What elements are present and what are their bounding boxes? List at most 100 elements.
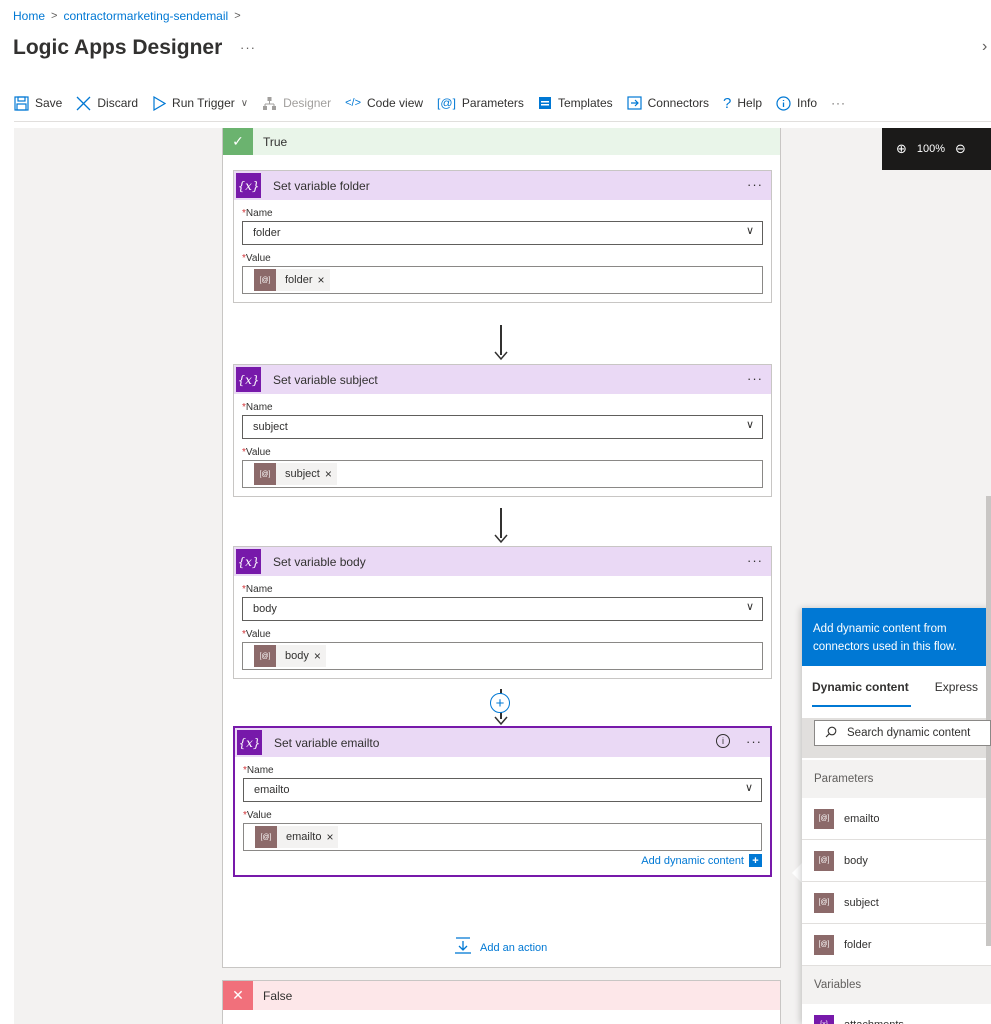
- action-card-folder[interactable]: {x} Set variable folder ··· *Name folder…: [233, 170, 772, 303]
- save-button[interactable]: Save: [14, 95, 62, 111]
- add-action-label: Add an action: [480, 941, 548, 954]
- card-header[interactable]: {x} Set variable subject ···: [234, 365, 771, 394]
- token-label: emailto: [286, 831, 322, 843]
- list-item-label: attachments: [844, 1019, 904, 1024]
- card-title: Set variable emailto: [274, 735, 380, 750]
- value-input[interactable]: [@] subject ×: [242, 460, 763, 488]
- breadcrumb-app[interactable]: contractormarketing-sendemail: [63, 9, 228, 23]
- tab-expression[interactable]: Express: [935, 680, 978, 694]
- info-icon: [776, 95, 791, 111]
- more-options-icon[interactable]: ···: [747, 177, 763, 192]
- value-input[interactable]: [@] folder ×: [242, 266, 763, 294]
- dynamic-token[interactable]: [@] body ×: [254, 645, 326, 667]
- action-card-body[interactable]: {x} Set variable body ··· *Name body ∨ *…: [233, 546, 772, 679]
- discard-button[interactable]: Discard: [76, 96, 138, 111]
- list-item-label: subject: [844, 896, 879, 909]
- info-button[interactable]: Info: [776, 95, 818, 111]
- arrow-down-icon: [494, 533, 508, 547]
- add-action-icon: [454, 936, 472, 959]
- help-button[interactable]: ? Help: [723, 95, 762, 112]
- arrow-down-icon: [494, 350, 508, 364]
- more-options-icon[interactable]: ···: [746, 734, 762, 749]
- info-icon[interactable]: i: [716, 734, 730, 748]
- name-field-label: *Name: [242, 208, 273, 219]
- list-item[interactable]: [@] subject: [802, 882, 991, 924]
- more-options-icon[interactable]: ···: [747, 553, 763, 568]
- tab-dynamic-content[interactable]: Dynamic content: [812, 680, 911, 707]
- name-dropdown[interactable]: subject ∨: [242, 415, 763, 439]
- chevron-down-icon: ∨: [744, 782, 753, 794]
- dynamic-token[interactable]: [@] emailto ×: [255, 826, 339, 848]
- parameters-button[interactable]: [@] Parameters: [437, 96, 524, 110]
- token-label: folder: [285, 274, 313, 286]
- name-dropdown[interactable]: body ∨: [242, 597, 763, 621]
- dynamic-token[interactable]: [@] subject ×: [254, 463, 337, 485]
- dynamic-panel-tabs: Dynamic content Express: [802, 666, 991, 708]
- scope-true-header[interactable]: ✓ True: [223, 128, 780, 155]
- remove-token-icon[interactable]: ×: [325, 467, 332, 481]
- more-toolbar-icon[interactable]: ···: [831, 96, 846, 110]
- templates-button[interactable]: Templates: [538, 96, 613, 110]
- scope-false-header[interactable]: ✕ False: [223, 981, 780, 1010]
- name-field-label: *Name: [243, 765, 274, 776]
- section-parameters: Parameters: [802, 760, 991, 798]
- designer-button[interactable]: Designer: [262, 96, 331, 111]
- list-item[interactable]: [@] emailto: [802, 798, 991, 840]
- value-input[interactable]: [@] body ×: [242, 642, 763, 670]
- card-title: Set variable folder: [273, 178, 370, 193]
- remove-token-icon[interactable]: ×: [314, 649, 321, 663]
- parameter-token-icon: [@]: [814, 892, 834, 913]
- zoom-level: 100%: [916, 143, 946, 155]
- close-icon[interactable]: ›: [982, 38, 987, 56]
- variable-icon: {x}: [236, 367, 261, 392]
- list-item[interactable]: [@] body: [802, 840, 991, 882]
- dynamic-search-input[interactable]: Search dynamic content: [814, 720, 991, 746]
- action-card-emailto[interactable]: {x} Set variable emailto i ··· *Name ema…: [233, 726, 772, 877]
- more-options-icon[interactable]: ···: [240, 40, 256, 55]
- value-field-label: *Value: [242, 253, 271, 264]
- dynamic-token[interactable]: [@] folder ×: [254, 269, 330, 291]
- info-label: Info: [797, 96, 818, 110]
- panel-pointer: [792, 863, 802, 883]
- play-icon: [152, 95, 167, 111]
- chevron-down-icon: ∨: [745, 601, 754, 613]
- variable-icon: {x}: [236, 549, 261, 574]
- dynamic-panel-header: Add dynamic content from connectors used…: [802, 608, 991, 666]
- breadcrumb-home[interactable]: Home: [13, 9, 45, 23]
- code-view-button[interactable]: </> Code view: [345, 96, 423, 110]
- connectors-icon: [627, 96, 642, 110]
- list-item[interactable]: [@] folder: [802, 924, 991, 966]
- help-label: Help: [737, 96, 763, 110]
- add-dynamic-content-link[interactable]: Add dynamic content +: [243, 854, 762, 867]
- designer-canvas[interactable]: ✓ True {x} Set variable folder ··· *Name…: [14, 128, 991, 1024]
- run-trigger-button[interactable]: Run Trigger ∨: [152, 95, 248, 111]
- name-field-label: *Name: [242, 584, 273, 595]
- parameters-label: Parameters: [461, 96, 524, 110]
- insert-step-plus-icon[interactable]: +: [490, 693, 510, 713]
- section-variables: Variables: [802, 966, 991, 1004]
- zoom-in-icon[interactable]: ⊕: [896, 141, 907, 157]
- add-action-button[interactable]: Add an action: [454, 936, 547, 959]
- remove-token-icon[interactable]: ×: [326, 830, 333, 844]
- scope-false: ✕ False: [222, 980, 781, 1024]
- more-options-icon[interactable]: ···: [747, 371, 763, 386]
- variable-icon: {x}: [236, 173, 261, 198]
- connectors-button[interactable]: Connectors: [627, 96, 709, 110]
- help-icon: ?: [723, 94, 732, 112]
- value-input[interactable]: [@] emailto ×: [243, 823, 762, 851]
- variable-icon: {x}: [237, 730, 262, 755]
- name-dropdown[interactable]: folder ∨: [242, 221, 763, 245]
- name-dropdown[interactable]: emailto ∨: [243, 778, 762, 802]
- remove-token-icon[interactable]: ×: [318, 273, 325, 287]
- toolbar-divider: [14, 121, 991, 122]
- card-header[interactable]: {x} Set variable folder ···: [234, 171, 771, 200]
- list-item-label: emailto: [844, 812, 880, 825]
- zoom-out-icon[interactable]: ⊖: [955, 141, 966, 157]
- list-item[interactable]: {x} attachments: [802, 1004, 991, 1024]
- card-header[interactable]: {x} Set variable emailto i ···: [235, 728, 770, 757]
- list-item-label: body: [844, 854, 868, 867]
- action-card-subject[interactable]: {x} Set variable subject ··· *Name subje…: [233, 364, 772, 497]
- designer-icon: [262, 96, 277, 111]
- card-header[interactable]: {x} Set variable body ···: [234, 547, 771, 576]
- cross-icon: ✕: [223, 981, 253, 1010]
